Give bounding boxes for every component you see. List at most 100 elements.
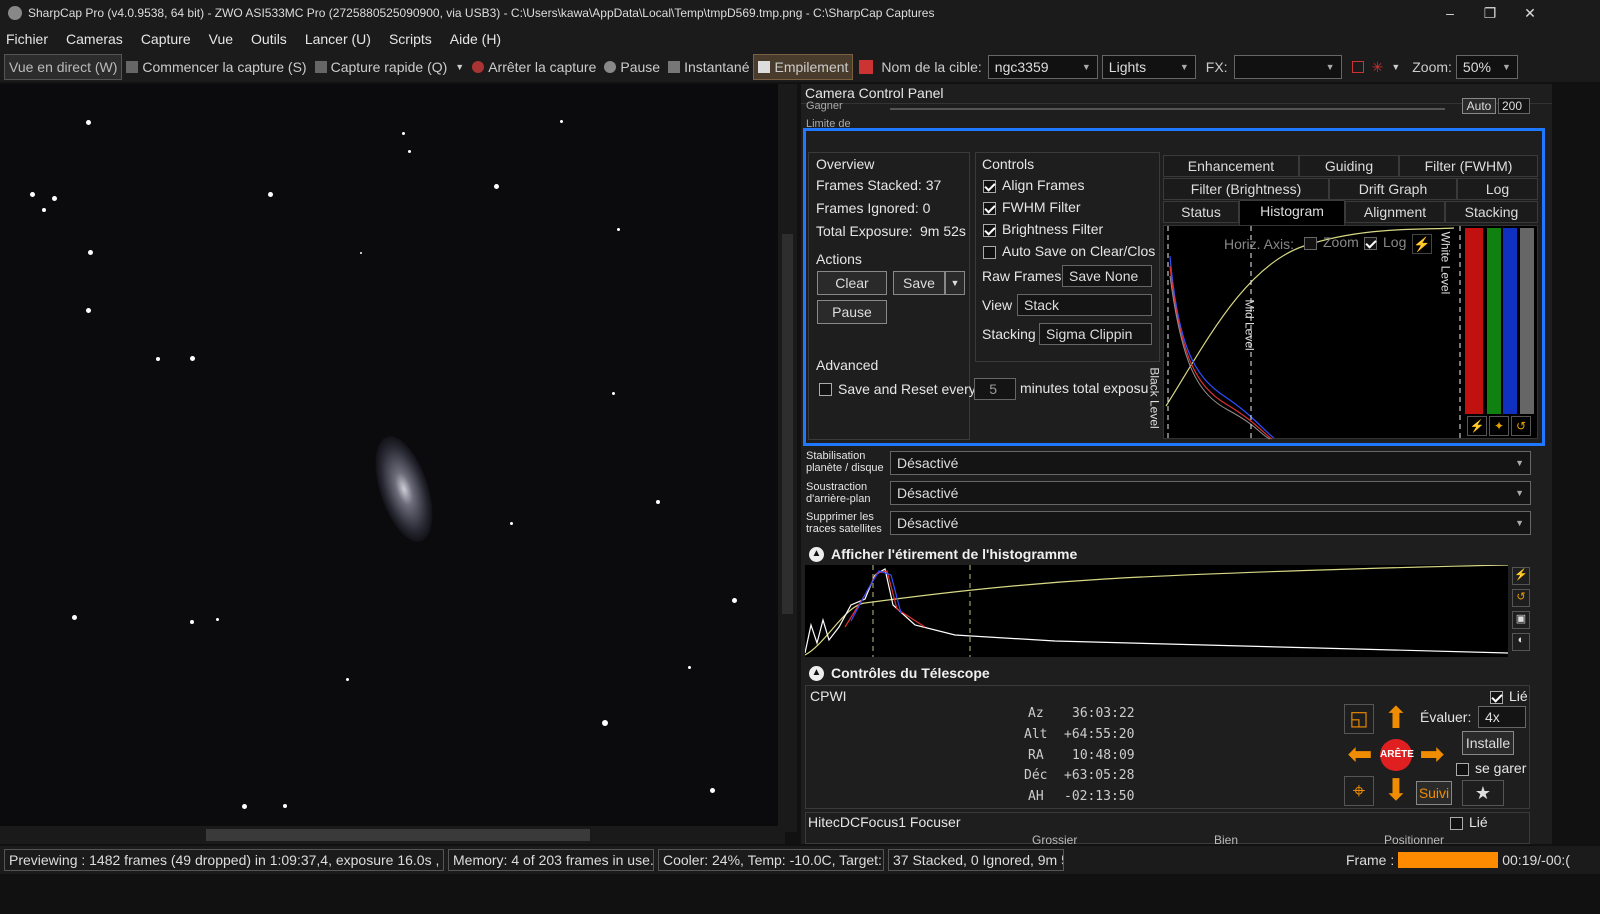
lightning-icon[interactable]: ⚡ <box>1512 567 1530 585</box>
clear-button[interactable]: Clear <box>817 271 887 295</box>
hist-zoom-option[interactable]: Zoom <box>1304 234 1359 250</box>
start-capture-button[interactable]: Commencer la capture (S) <box>122 54 310 80</box>
tab-stacking[interactable]: Stacking <box>1445 201 1538 223</box>
hist-zoom-checkbox[interactable] <box>1304 236 1317 250</box>
telescope-header[interactable]: ▲ Contrôles du Télescope <box>805 662 1530 684</box>
raw-frames-select[interactable]: Save None <box>1062 265 1152 287</box>
save-dropdown-button[interactable]: ▼ <box>945 271 965 295</box>
install-button[interactable]: Installe <box>1462 731 1514 755</box>
tab-log[interactable]: Log <box>1457 178 1538 200</box>
collapse-icon[interactable]: ▲ <box>809 546 824 562</box>
tab-status[interactable]: Status <box>1163 201 1239 223</box>
horizontal-scrollbar[interactable] <box>0 826 785 844</box>
save-button[interactable]: Save <box>893 271 945 295</box>
reticle-icon[interactable]: ✳ <box>1372 59 1384 76</box>
tab-histogram[interactable]: Histogram <box>1239 200 1345 225</box>
favorite-star-icon[interactable]: ★ <box>1462 780 1504 806</box>
vertical-scrollbar[interactable] <box>778 84 797 832</box>
tab-drift-graph[interactable]: Drift Graph <box>1329 178 1457 200</box>
menu-aide[interactable]: Aide (H) <box>450 31 501 47</box>
menu-capture[interactable]: Capture <box>141 31 191 47</box>
arrow-down-icon[interactable]: ⬇ <box>1378 774 1414 808</box>
chevron-down-icon[interactable]: ▼ <box>1391 62 1400 72</box>
tracking-button[interactable]: Suivi <box>1416 781 1452 805</box>
tab-alignment[interactable]: Alignment <box>1345 201 1445 223</box>
planet-stabilisation-select[interactable]: Désactivé ▼ <box>890 451 1531 475</box>
menu-vue[interactable]: Vue <box>209 31 233 47</box>
histogram-stretch-header[interactable]: ▲ Afficher l'étirement de l'histogramme <box>805 543 1530 565</box>
gain-value[interactable]: 200 <box>1498 98 1530 114</box>
chevron-down-icon[interactable]: ▼ <box>455 62 464 72</box>
contrast-icon[interactable]: ◐ <box>1512 633 1530 651</box>
frame-type-select[interactable]: Lights ▼ <box>1101 55 1196 79</box>
hist-log-checkbox[interactable] <box>1364 236 1377 250</box>
fx-select[interactable]: ▼ <box>1233 55 1342 79</box>
fwhm-filter-option[interactable]: FWHM Filter <box>983 199 1081 215</box>
hist-log-option[interactable]: Log <box>1364 234 1406 250</box>
align-frames-option[interactable]: Align Frames <box>983 177 1084 193</box>
gain-slider[interactable] <box>890 108 1445 110</box>
save-reset-checkbox[interactable] <box>819 382 832 396</box>
tab-guiding[interactable]: Guiding <box>1299 155 1399 177</box>
align-frames-checkbox[interactable] <box>983 179 996 193</box>
save-reset-minutes-input[interactable]: 5 <box>974 378 1016 400</box>
menu-cameras[interactable]: Cameras <box>66 31 123 47</box>
roi-icon[interactable] <box>1351 61 1364 73</box>
auto-save-checkbox[interactable] <box>983 245 996 259</box>
rate-select[interactable]: 4x <box>1478 706 1526 728</box>
histogram-stretch-graph[interactable] <box>805 565 1508 657</box>
auto-save-option[interactable]: Auto Save on Clear/Clos <box>983 243 1155 259</box>
zoom-select[interactable]: 50% ▼ <box>1455 55 1518 79</box>
stack-histogram[interactable]: Horiz. Axis: Zoom Log ⚡ Black Level Mid … <box>1148 225 1538 440</box>
reset-icon[interactable]: ↺ <box>1511 416 1531 436</box>
arrow-left-icon[interactable]: ⬅ <box>1342 738 1378 772</box>
green-level-bar[interactable] <box>1487 228 1501 414</box>
maximize-button[interactable]: ❐ <box>1470 0 1510 26</box>
stop-mount-button[interactable]: ARÊTE <box>1380 739 1414 771</box>
satellite-trails-select[interactable]: Désactivé ▼ <box>890 511 1531 535</box>
live-view-button[interactable]: Vue en direct (W) <box>4 54 123 80</box>
goto-icon[interactable]: ◱ <box>1344 704 1374 734</box>
stacking-mode-select[interactable]: Sigma Clippin <box>1039 323 1152 345</box>
minimize-button[interactable]: – <box>1430 0 1470 26</box>
tab-filter-brightness[interactable]: Filter (Brightness) <box>1163 178 1329 200</box>
menu-lancer[interactable]: Lancer (U) <box>305 31 371 47</box>
target-name-input[interactable]: ngc3359 ▼ <box>987 55 1098 79</box>
auto-stretch-icon[interactable]: ⚡ <box>1412 234 1432 254</box>
brightness-filter-option[interactable]: Brightness Filter <box>983 221 1103 237</box>
rgb-level-bars[interactable] <box>1465 228 1535 414</box>
stacking-button[interactable]: Empilement <box>753 54 854 80</box>
tab-enhancement[interactable]: Enhancement <box>1163 155 1299 177</box>
focuser-linked-option[interactable]: Lié <box>1450 814 1488 830</box>
fwhm-filter-checkbox[interactable] <box>983 201 996 215</box>
red-level-bar[interactable] <box>1465 228 1483 414</box>
scroll-thumb[interactable] <box>782 234 793 614</box>
menu-scripts[interactable]: Scripts <box>389 31 432 47</box>
lum-level-bar[interactable] <box>1520 228 1534 414</box>
arrow-up-icon[interactable]: ⬆ <box>1378 702 1414 736</box>
star-icon[interactable]: ✦ <box>1489 416 1509 436</box>
stack-pause-button[interactable]: Pause <box>817 300 887 324</box>
image-preview[interactable] <box>0 84 797 832</box>
lightning-icon[interactable]: ⚡ <box>1467 416 1487 436</box>
telescope-linked-option[interactable]: Lié <box>1490 688 1528 704</box>
save-icon[interactable]: ▣ <box>1512 611 1530 629</box>
brightness-filter-checkbox[interactable] <box>983 223 996 237</box>
close-button[interactable]: ✕ <box>1510 0 1550 26</box>
collapse-icon[interactable]: ▲ <box>809 665 824 681</box>
gain-auto-button[interactable]: Auto <box>1462 98 1496 114</box>
reset-icon[interactable]: ↺ <box>1512 589 1530 607</box>
view-select[interactable]: Stack <box>1017 294 1152 316</box>
background-subtraction-select[interactable]: Désactivé ▼ <box>890 481 1531 505</box>
pause-button[interactable]: Pause <box>600 54 664 80</box>
scroll-thumb[interactable] <box>206 829 590 841</box>
menu-outils[interactable]: Outils <box>251 31 287 47</box>
tab-filter-fwhm[interactable]: Filter (FWHM) <box>1399 155 1538 177</box>
park-option[interactable]: se garer <box>1456 760 1526 776</box>
snapshot-button[interactable]: Instantané <box>664 54 753 80</box>
arrow-right-icon[interactable]: ➡ <box>1414 738 1450 772</box>
stop-capture-button[interactable]: Arrêter la capture <box>468 54 600 80</box>
focuser-linked-checkbox[interactable] <box>1450 816 1463 830</box>
telescope-linked-checkbox[interactable] <box>1490 690 1503 704</box>
quick-capture-button[interactable]: Capture rapide (Q) ▼ <box>311 54 469 80</box>
